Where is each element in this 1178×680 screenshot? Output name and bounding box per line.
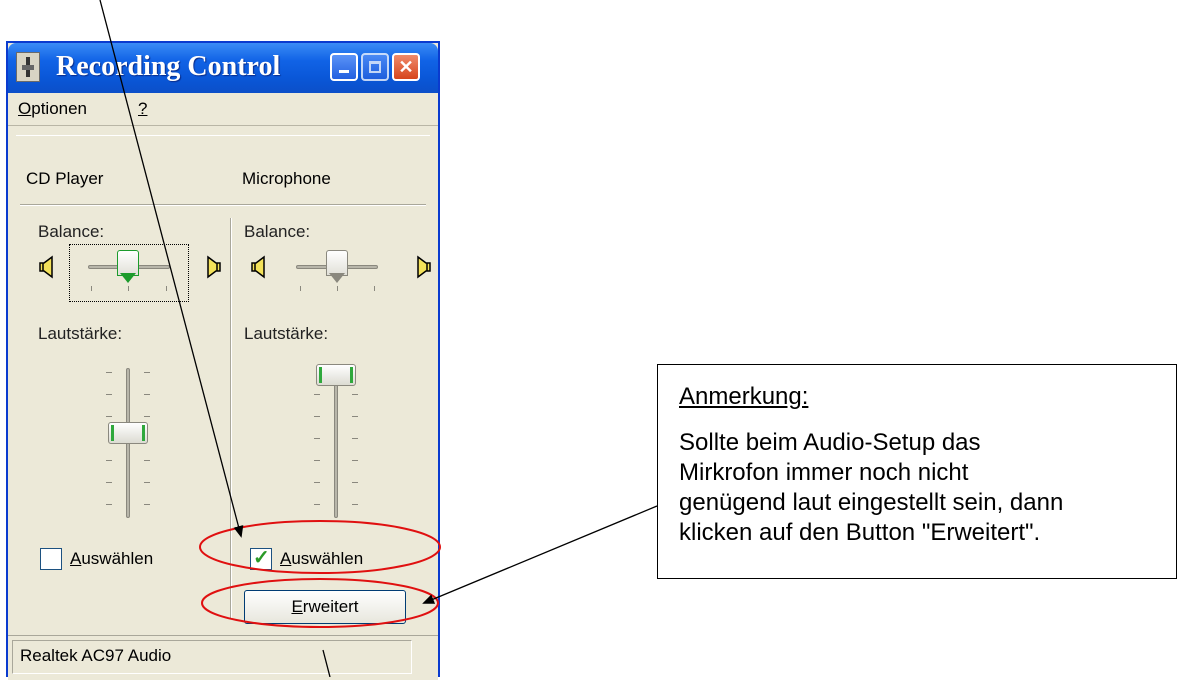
highlight-ellipse-checkbox <box>199 520 441 574</box>
arrow-to-checkbox <box>99 0 244 538</box>
arrow-to-button <box>422 505 658 604</box>
highlight-ellipse-button <box>201 578 439 628</box>
arrow-tail-bottom <box>322 649 331 677</box>
annotation-overlay <box>99 0 658 677</box>
